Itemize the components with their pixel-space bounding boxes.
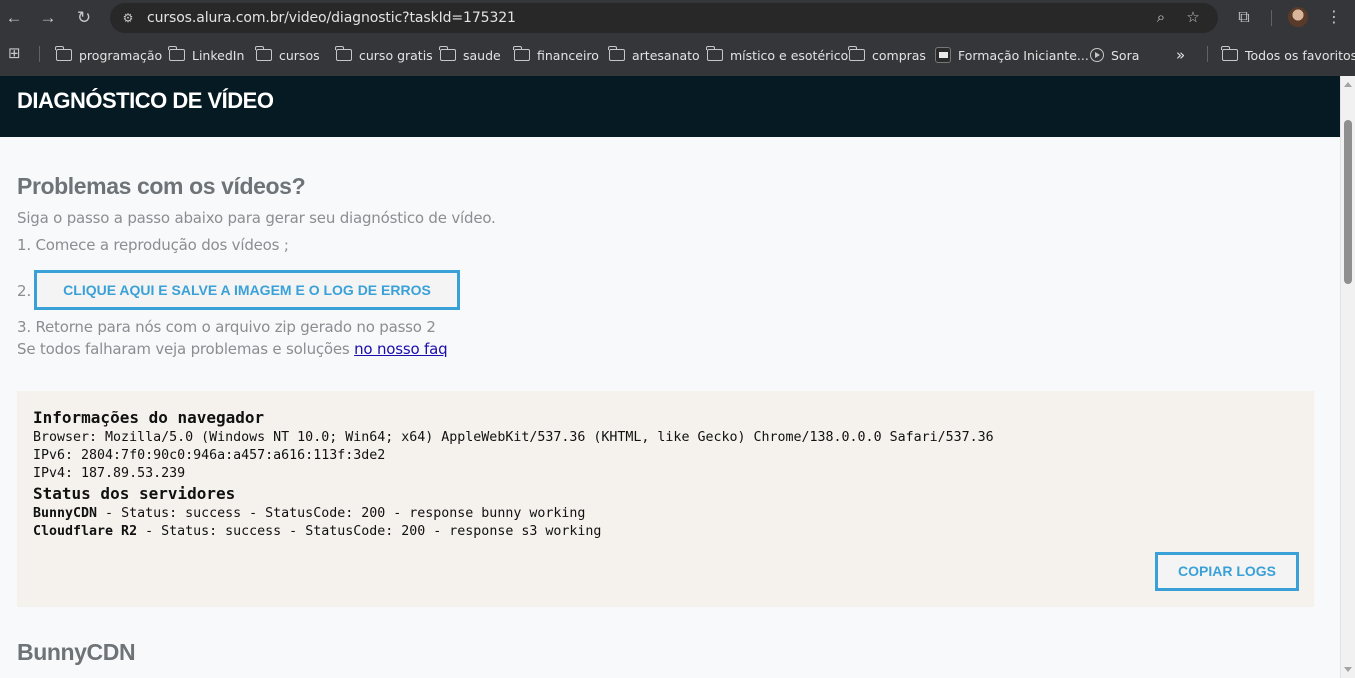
faq-line: Se todos falharam veja problemas e soluç… bbox=[17, 340, 448, 358]
bookmark-label: saude bbox=[463, 47, 501, 63]
bookmark-label: compras bbox=[872, 47, 926, 63]
profile-avatar[interactable] bbox=[1288, 7, 1308, 27]
bookmark-sora[interactable]: Sora bbox=[1090, 46, 1139, 64]
ipv4-line: IPv4: 187.89.53.239 bbox=[33, 466, 186, 481]
bookmark-divider bbox=[1207, 46, 1208, 62]
step-1-text: 1. Comece a reprodução dos vídeos ; bbox=[17, 236, 289, 254]
server-name: BunnyCDN bbox=[33, 506, 98, 521]
address-bar[interactable]: ⚙ cursos.alura.com.br/video/diagnostic?t… bbox=[110, 3, 1218, 33]
scroll-up-arrow-icon[interactable] bbox=[1344, 82, 1352, 87]
toolbar-divider bbox=[1271, 10, 1272, 26]
bunnycdn-section-heading: BunnyCDN bbox=[17, 639, 136, 665]
server-detail: - Status: success - StatusCode: 200 - re… bbox=[97, 506, 586, 521]
browser-info-title: Informações do navegador bbox=[33, 408, 265, 427]
bookmark-label: Formação Iniciante... bbox=[958, 47, 1089, 63]
page-title: DIAGNÓSTICO DE VÍDEO bbox=[17, 88, 274, 113]
folder-icon bbox=[1221, 46, 1238, 61]
folder-icon bbox=[168, 46, 185, 61]
bookmark-label: cursos bbox=[279, 47, 320, 63]
bookmark-artesanato[interactable]: artesanato bbox=[608, 46, 700, 64]
bookmarks-overflow-chevron-icon[interactable]: » bbox=[1176, 46, 1185, 64]
back-arrow-icon[interactable]: ← bbox=[2, 6, 26, 30]
extensions-icon[interactable]: ⧉ bbox=[1232, 6, 1256, 30]
bookmark-label: Sora bbox=[1111, 47, 1140, 63]
site-settings-icon[interactable]: ⚙ bbox=[120, 10, 136, 26]
server-status-cloudflare: Cloudflare R2 - Status: success - Status… bbox=[33, 524, 601, 539]
bookmark-programacao[interactable]: programação bbox=[55, 46, 163, 64]
bookmark-label: programação bbox=[79, 47, 163, 63]
folder-icon bbox=[848, 46, 865, 61]
problems-heading: Problemas com os vídeos? bbox=[17, 173, 306, 199]
bookmark-linkedin[interactable]: LinkedIn bbox=[168, 46, 245, 64]
url-text[interactable]: cursos.alura.com.br/video/diagnostic?tas… bbox=[147, 10, 516, 26]
bookmark-label: Todos os favoritos bbox=[1245, 47, 1355, 63]
site-icon bbox=[935, 47, 951, 63]
bookmark-label: curso gratis bbox=[359, 47, 433, 63]
ipv6-line: IPv6: 2804:7f0:90c0:946a:a457:a616:113f:… bbox=[33, 448, 386, 463]
scroll-down-arrow-icon[interactable] bbox=[1344, 667, 1352, 672]
folder-icon bbox=[513, 46, 530, 61]
bookmark-curso-gratis[interactable]: curso gratis bbox=[335, 46, 433, 64]
reload-icon[interactable]: ↻ bbox=[72, 6, 96, 30]
folder-icon bbox=[608, 46, 625, 61]
menu-kebab-icon[interactable]: ⋮ bbox=[1322, 6, 1346, 30]
server-status-title: Status dos servidores bbox=[33, 484, 236, 503]
browser-chrome: ← → ↻ ⚙ cursos.alura.com.br/video/diagno… bbox=[0, 0, 1355, 76]
save-image-and-log-button[interactable]: CLIQUE AQUI E SALVE A IMAGEM E O LOG DE … bbox=[34, 270, 460, 310]
bookmarks-bar: programação LinkedIn cursos curso gratis… bbox=[0, 36, 1355, 74]
page-header: DIAGNÓSTICO DE VÍDEO bbox=[0, 76, 1340, 137]
copy-logs-button[interactable]: COPIAR LOGS bbox=[1155, 552, 1299, 591]
server-name: Cloudflare R2 bbox=[33, 524, 138, 539]
page-content: DIAGNÓSTICO DE VÍDEO Problemas com os ví… bbox=[0, 76, 1340, 678]
browser-user-agent: Browser: Mozilla/5.0 (Windows NT 10.0; W… bbox=[33, 430, 994, 445]
faq-link[interactable]: no nosso faq bbox=[354, 340, 448, 358]
faq-prefix: Se todos falharam veja problemas e soluç… bbox=[17, 340, 355, 358]
folder-icon bbox=[335, 46, 352, 61]
log-panel: Informações do navegador Browser: Mozill… bbox=[17, 391, 1314, 607]
bookmark-star-icon[interactable]: ☆ bbox=[1183, 9, 1203, 27]
zoom-icon[interactable]: ⌕ bbox=[1151, 9, 1171, 27]
bookmark-label: místico e esotérico bbox=[730, 47, 849, 63]
scroll-thumb[interactable] bbox=[1344, 120, 1352, 284]
address-row: ← → ↻ ⚙ cursos.alura.com.br/video/diagno… bbox=[0, 0, 1355, 36]
intro-text: Siga o passo a passo abaixo para gerar s… bbox=[17, 209, 496, 227]
bookmark-label: financeiro bbox=[537, 47, 599, 63]
bookmark-compras[interactable]: compras bbox=[848, 46, 926, 64]
bookmark-financeiro[interactable]: financeiro bbox=[513, 46, 599, 64]
page-scrollbar[interactable] bbox=[1340, 76, 1355, 678]
step-3-text: 3. Retorne para nós com o arquivo zip ge… bbox=[17, 318, 436, 336]
server-status-bunnycdn: BunnyCDN - Status: success - StatusCode:… bbox=[33, 506, 585, 521]
bookmark-saude[interactable]: saude bbox=[439, 46, 501, 64]
step-2-number: 2. bbox=[17, 282, 32, 300]
bookmark-label: LinkedIn bbox=[192, 47, 245, 63]
folder-icon bbox=[55, 46, 72, 61]
sora-icon bbox=[1090, 48, 1104, 62]
folder-icon bbox=[439, 46, 456, 61]
bookmark-label: artesanato bbox=[632, 47, 700, 63]
folder-icon bbox=[255, 46, 272, 61]
forward-arrow-icon[interactable]: → bbox=[36, 6, 60, 30]
bookmark-all-favorites[interactable]: Todos os favoritos bbox=[1221, 46, 1355, 64]
server-detail: - Status: success - StatusCode: 200 - re… bbox=[137, 524, 602, 539]
bookmark-formacao[interactable]: Formação Iniciante... bbox=[935, 46, 1089, 64]
folder-icon bbox=[706, 46, 723, 61]
bookmark-cursos[interactable]: cursos bbox=[255, 46, 320, 64]
bookmark-mistico[interactable]: místico e esotérico bbox=[706, 46, 849, 64]
